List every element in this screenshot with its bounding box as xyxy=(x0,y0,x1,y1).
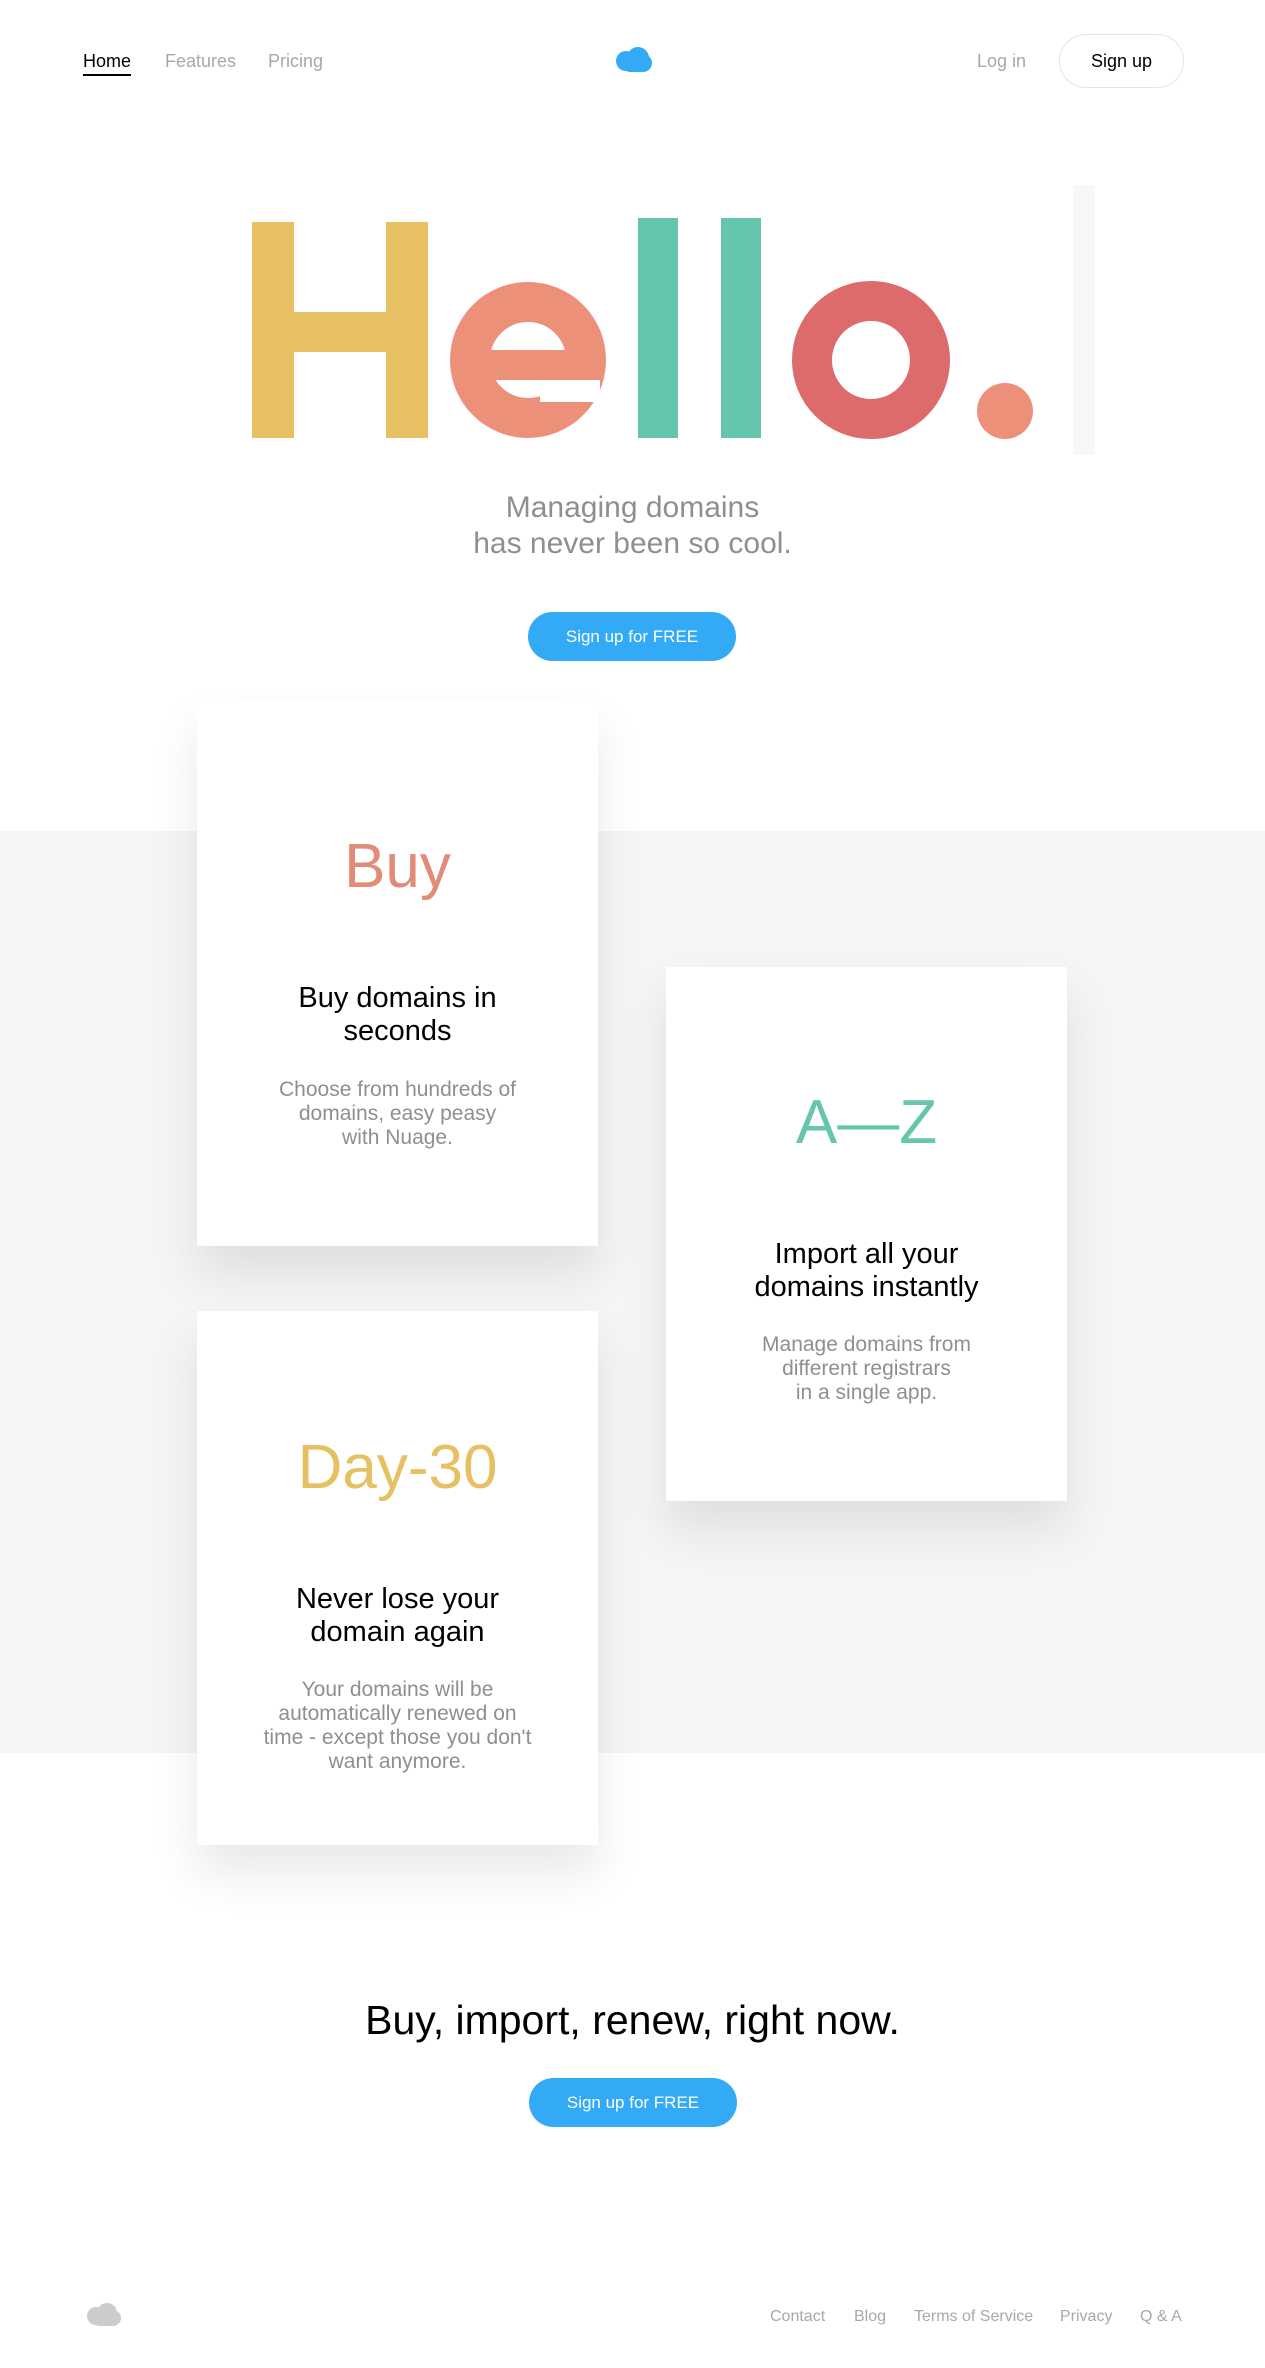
hero-letter-l2 xyxy=(721,218,761,438)
nav-link-pricing[interactable]: Pricing xyxy=(268,50,323,72)
feature-title-line: seconds xyxy=(343,1015,452,1047)
feature-card-import: A—Z Import all your domains instantly Ma… xyxy=(666,967,1067,1501)
feature-title-line: Never lose your xyxy=(295,1583,500,1615)
feature-title-line: Import all your xyxy=(774,1238,959,1270)
feature-text-line: domains, easy peasy xyxy=(298,1102,497,1125)
footer-link-contact[interactable]: Contact xyxy=(770,2307,825,2327)
hero-tagline: Managing domains has never been so cool. xyxy=(0,490,1265,562)
feature-description-import: Manage domains from different registrars… xyxy=(716,1333,1017,1405)
feature-title-renew: Never lose your domain again xyxy=(237,1583,558,1649)
footer-link-privacy[interactable]: Privacy xyxy=(1060,2307,1112,2327)
feature-text-line: with Nuage. xyxy=(342,1126,453,1149)
hero-letter-h xyxy=(252,222,428,438)
top-navigation: Home Features Pricing Log in Sign up xyxy=(0,0,1265,120)
feature-heading-renew: Day-30 xyxy=(297,1433,498,1502)
feature-title-line: domain again xyxy=(310,1616,485,1648)
feature-title-import: Import all your domains instantly xyxy=(706,1238,1027,1304)
feature-card-buy: Buy Buy domains in seconds Choose from h… xyxy=(197,700,598,1246)
feature-title-buy: Buy domains in seconds xyxy=(237,982,558,1048)
hero-headline-text: Hello. xyxy=(1040,182,1041,183)
feature-description-buy: Choose from hundreds of domains, easy pe… xyxy=(247,1078,548,1150)
feature-heading-import: A—Z xyxy=(795,1088,938,1157)
nav-link-home[interactable]: Home xyxy=(83,50,132,76)
cloud-icon[interactable] xyxy=(614,46,652,74)
signup-free-button[interactable]: Sign up for FREE xyxy=(528,612,736,661)
hero-tagline-line2: has never been so cool. xyxy=(473,527,792,560)
feature-text-line: Your domains will be xyxy=(301,1678,494,1701)
feature-text-line: automatically renewed on xyxy=(278,1702,517,1725)
signup-button[interactable]: Sign up xyxy=(1059,34,1184,88)
hero-letter-dot xyxy=(977,383,1033,439)
footer-link-qa[interactable]: Q & A xyxy=(1140,2307,1182,2327)
feature-description-renew: Your domains will be automatically renew… xyxy=(237,1678,558,1774)
hero-letter-o xyxy=(792,281,950,439)
feature-text-line: Manage domains from xyxy=(762,1333,971,1356)
text-cursor xyxy=(1073,185,1095,455)
nav-link-features[interactable]: Features xyxy=(165,50,236,72)
login-link[interactable]: Log in xyxy=(977,50,1026,72)
closing-title: Buy, import, renew, right now. xyxy=(365,1997,900,2043)
feature-text-line: Choose from hundreds of xyxy=(279,1078,516,1101)
feature-text-line: want anymore. xyxy=(328,1750,467,1773)
hero-headline: Hello. xyxy=(240,182,1040,462)
feature-title-line: domains instantly xyxy=(754,1271,979,1303)
footer-link-terms[interactable]: Terms of Service xyxy=(914,2307,1033,2327)
signup-free-button-bottom[interactable]: Sign up for FREE xyxy=(529,2078,737,2127)
hero-tagline-line1: Managing domains xyxy=(505,491,760,524)
feature-text-line: in a single app. xyxy=(795,1381,938,1404)
hero-letter-l1 xyxy=(638,218,678,438)
feature-text-line: time - except those you don't xyxy=(263,1726,532,1749)
features-band xyxy=(0,831,1265,1753)
feature-heading-buy: Buy xyxy=(344,832,451,901)
cloud-icon[interactable] xyxy=(84,2302,122,2328)
feature-text-line: different registrars xyxy=(782,1357,951,1380)
feature-card-renew: Day-30 Never lose your domain again Your… xyxy=(197,1311,598,1845)
feature-title-line: Buy domains in xyxy=(298,982,497,1014)
footer-link-blog[interactable]: Blog xyxy=(854,2307,886,2327)
hero-letter-e xyxy=(450,282,606,438)
